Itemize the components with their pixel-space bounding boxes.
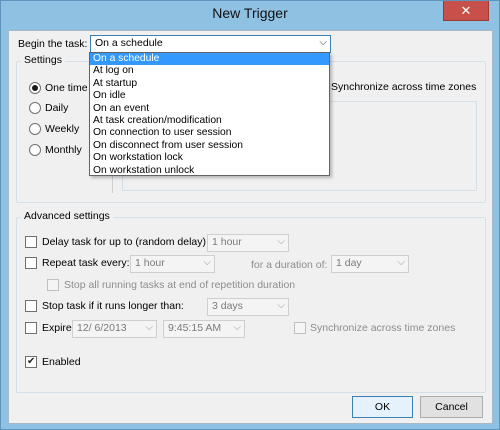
duration-select[interactable]: 1 day ⌵ xyxy=(331,255,409,273)
repeat-task-checkbox[interactable] xyxy=(25,257,37,269)
delay-task-select[interactable]: 1 hour ⌵ xyxy=(207,234,289,252)
calendar-dropdown-icon: ⌵ xyxy=(145,322,153,333)
chevron-down-icon: ⌵ xyxy=(319,37,327,48)
repeat-task-label: Repeat task every: xyxy=(42,257,130,269)
chevron-down-icon: ⌵ xyxy=(203,257,211,268)
enabled-checkbox[interactable] xyxy=(25,356,37,368)
begin-task-selected-value: On a schedule xyxy=(95,37,163,49)
duration-value: 1 day xyxy=(336,257,362,269)
ok-button[interactable]: OK xyxy=(352,396,413,418)
expire-label: Expire: xyxy=(42,322,75,334)
delay-task-checkbox[interactable] xyxy=(25,236,37,248)
dropdown-option-workstation-lock[interactable]: On workstation lock xyxy=(90,152,329,164)
radio-one-time[interactable] xyxy=(29,82,41,94)
spinner-icon: ⌵ xyxy=(233,322,241,333)
expire-time-picker[interactable]: 9:45:15 AM ⌵ xyxy=(163,320,245,338)
expire-sync-checkbox[interactable] xyxy=(294,322,306,334)
chevron-down-icon: ⌵ xyxy=(277,236,285,247)
chevron-down-icon: ⌵ xyxy=(277,300,285,311)
radio-weekly-label: Weekly xyxy=(45,123,80,135)
repeat-task-select[interactable]: 1 hour ⌵ xyxy=(130,255,215,273)
begin-task-select[interactable]: On a schedule ⌵ xyxy=(90,35,331,53)
radio-weekly[interactable] xyxy=(29,123,41,135)
title-bar[interactable]: New Trigger ✕ xyxy=(1,1,499,29)
expire-checkbox[interactable] xyxy=(25,322,37,334)
dropdown-option-disconnect[interactable]: On disconnect from user session xyxy=(90,140,329,152)
radio-monthly-label: Monthly xyxy=(45,144,82,156)
begin-task-label: Begin the task: xyxy=(18,38,88,50)
dropdown-option-at-startup[interactable]: At startup xyxy=(90,78,329,90)
dropdown-option-on-idle[interactable]: On idle xyxy=(90,90,329,102)
delay-task-value: 1 hour xyxy=(212,236,242,248)
radio-daily-label: Daily xyxy=(45,102,69,114)
dropdown-option-workstation-unlock[interactable]: On workstation unlock xyxy=(90,165,329,177)
close-button[interactable]: ✕ xyxy=(443,1,489,21)
chevron-down-icon: ⌵ xyxy=(397,257,405,268)
radio-one-time-label: One time xyxy=(45,82,88,94)
radio-monthly[interactable] xyxy=(29,144,41,156)
stop-all-tasks-checkbox[interactable] xyxy=(47,279,59,291)
radio-daily[interactable] xyxy=(29,102,41,114)
dropdown-option-on-a-schedule[interactable]: On a schedule xyxy=(90,53,329,66)
begin-task-dropdown-list[interactable]: On a schedule At log on At startup On id… xyxy=(89,52,330,176)
stop-all-tasks-label: Stop all running tasks at end of repetit… xyxy=(64,279,296,291)
delay-task-label: Delay task for up to (random delay): xyxy=(42,236,209,248)
dropdown-option-on-an-event[interactable]: On an event xyxy=(90,103,329,115)
enabled-label: Enabled xyxy=(42,356,81,368)
dropdown-option-task-creation[interactable]: At task creation/modification xyxy=(90,115,329,127)
dropdown-option-at-log-on[interactable]: At log on xyxy=(90,65,329,77)
repeat-task-value: 1 hour xyxy=(135,257,165,269)
stop-longer-value: 3 days xyxy=(212,300,243,312)
expire-sync-label: Synchronize across time zones xyxy=(310,322,456,334)
close-icon: ✕ xyxy=(460,3,472,18)
expire-time-value: 9:45:15 AM xyxy=(168,322,222,334)
expire-date-value: 12/ 6/2013 xyxy=(77,322,127,334)
new-trigger-dialog: New Trigger ✕ Begin the task: On a sched… xyxy=(0,0,500,430)
dropdown-option-connection[interactable]: On connection to user session xyxy=(90,127,329,139)
stop-longer-checkbox[interactable] xyxy=(25,300,37,312)
stop-longer-select[interactable]: 3 days ⌵ xyxy=(207,298,289,316)
window-title: New Trigger xyxy=(212,5,288,21)
advanced-settings-label: Advanced settings xyxy=(21,210,113,222)
cancel-button[interactable]: Cancel xyxy=(420,396,483,418)
settings-group-label: Settings xyxy=(21,54,65,66)
duration-label: for a duration of: xyxy=(251,259,328,271)
sync-time-zones-label[interactable]: Synchronize across time zones xyxy=(331,81,476,93)
expire-date-picker[interactable]: 12/ 6/2013 ⌵ xyxy=(72,320,157,338)
stop-longer-label: Stop task if it runs longer than: xyxy=(42,300,184,312)
